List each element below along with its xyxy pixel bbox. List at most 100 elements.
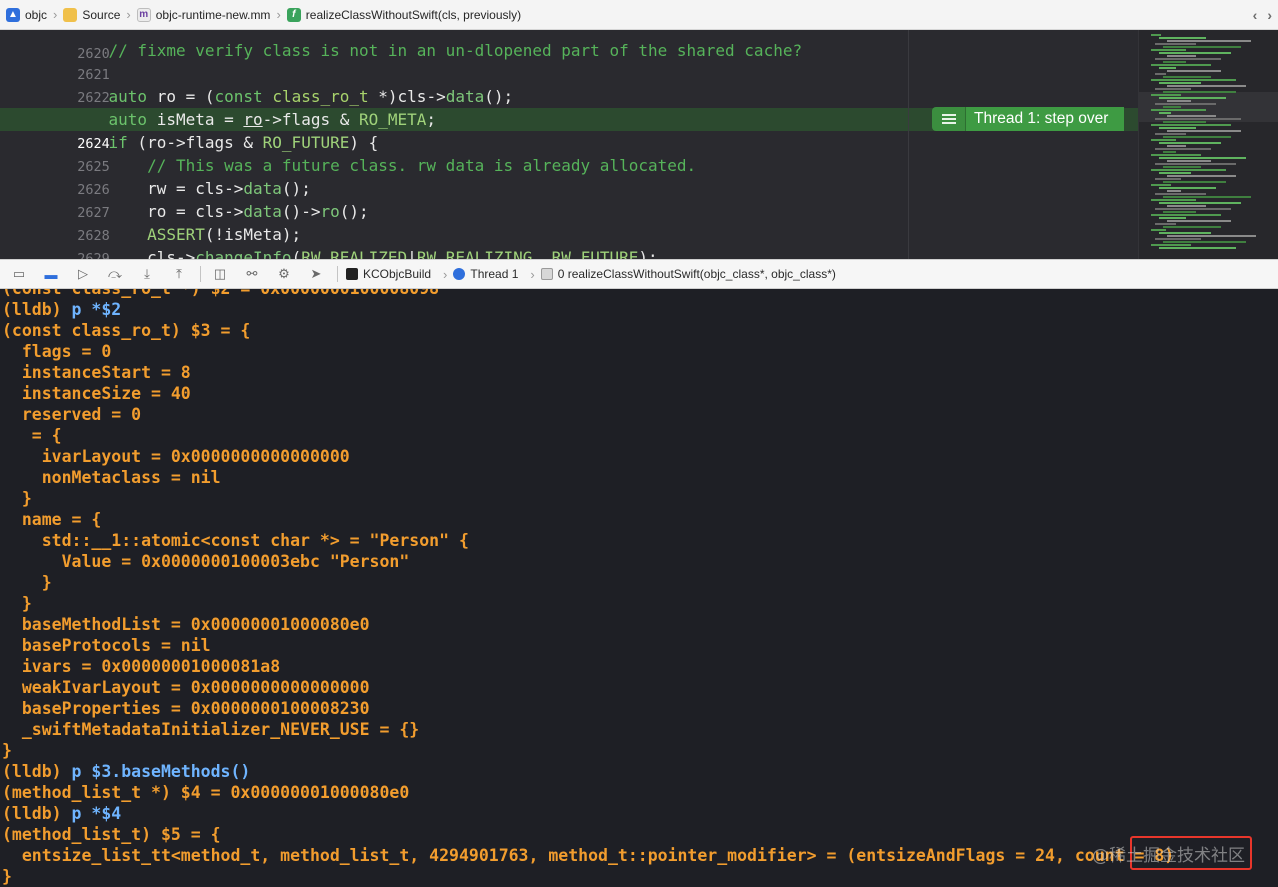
minimap-line <box>1155 88 1191 90</box>
minimap-line <box>1151 34 1161 36</box>
minimap-line <box>1159 232 1211 234</box>
jump-bar: ▲ objc › Source › m objc-runtime-new.mm … <box>0 0 1278 30</box>
console-output-line: std::__1::atomic<const char *> = "Person… <box>2 531 469 550</box>
minimap-line <box>1151 184 1171 186</box>
console-command-line: (lldb) p $3.baseMethods() <box>2 761 250 782</box>
minimap-line <box>1167 55 1196 57</box>
minimap-line <box>1155 148 1211 150</box>
minimap-line <box>1159 112 1171 114</box>
minimap-line <box>1151 229 1166 231</box>
app-icon <box>346 268 358 280</box>
minimap-line <box>1167 235 1256 237</box>
code-line: 2627 rw = cls->data(); <box>0 177 908 221</box>
code-line: 2622 <box>0 62 908 106</box>
console-output-line: baseProtocols = nil <box>2 636 211 655</box>
step-into-icon[interactable]: ⤓ <box>136 264 158 284</box>
breadcrumb-chevron-icon: › <box>443 266 448 282</box>
breakpoints-toggle-icon[interactable]: ▬ <box>40 264 62 284</box>
minimap-line <box>1159 82 1201 84</box>
minimap-line <box>1159 97 1226 99</box>
console-output-line: weakIvarLayout = 0x0000000000000000 <box>2 678 370 697</box>
step-over-icon[interactable]: ⤼ <box>104 264 126 284</box>
minimap-line <box>1163 196 1251 198</box>
simulate-location-icon[interactable]: ➤ <box>305 264 327 284</box>
minimap-line <box>1151 49 1186 51</box>
console-output-line: } <box>2 594 32 613</box>
forward-arrow-icon[interactable]: › <box>1267 7 1272 23</box>
debug-frame-label: 0 realizeClassWithoutSwift(objc_class*, … <box>557 267 836 281</box>
minimap-line <box>1159 202 1241 204</box>
console-output-line: (const class_ro_t) $3 = { <box>2 321 251 340</box>
minimap-line <box>1159 157 1246 159</box>
thread-icon <box>453 268 466 280</box>
breadcrumb-file[interactable]: m objc-runtime-new.mm <box>136 7 271 22</box>
console-output-line: baseProperties = 0x0000000100008230 <box>2 699 370 718</box>
minimap-line <box>1167 130 1241 132</box>
view-hierarchy-icon[interactable]: ◫ <box>209 264 231 284</box>
minimap-line <box>1151 169 1226 171</box>
minimap-line <box>1151 139 1176 141</box>
console-output-line: } <box>2 489 32 508</box>
hide-debug-area-icon[interactable]: ▭ <box>8 264 30 284</box>
code-text: rw = cls->data(); <box>70 179 311 198</box>
minimap-line <box>1155 223 1176 225</box>
breadcrumb-folder[interactable]: Source <box>63 7 120 22</box>
watermark: @稀土掘金技术社区 <box>1092 846 1245 866</box>
breadcrumb-chevron-icon: › <box>53 7 58 22</box>
lldb-prompt: (lldb) <box>2 804 72 823</box>
code-text: if (ro->flags & RO_FUTURE) { <box>108 133 379 152</box>
code-text: ro = cls->data()->ro(); <box>70 202 369 221</box>
continue-icon[interactable]: ▷ <box>72 264 94 284</box>
environment-overrides-icon[interactable]: ⚙ <box>273 264 295 284</box>
lldb-console[interactable]: (const class_ro_t *) $2 = 0x000000010000… <box>0 289 1278 887</box>
debug-frame[interactable]: 0 realizeClassWithoutSwift(objc_class*, … <box>540 267 836 281</box>
code-pane[interactable]: 2620 2621 // fixme verify class is not i… <box>0 30 908 259</box>
minimap-line <box>1151 79 1236 81</box>
minimap-line <box>1155 193 1206 195</box>
code-line: 2630 cls->changeInfo(RW_REALIZED|RW_REAL… <box>0 246 908 259</box>
console-output-line: (method_list_t *) $4 = 0x00000001000080e… <box>2 783 410 802</box>
minimap[interactable] <box>1138 30 1278 259</box>
console-output-line: ivarLayout = 0x0000000000000000 <box>2 447 350 466</box>
breadcrumb-chevron-icon: › <box>530 266 535 282</box>
breadcrumb-project[interactable]: ▲ objc <box>6 7 47 22</box>
console-output-line: instanceSize = 40 <box>2 384 191 403</box>
minimap-line <box>1159 142 1221 144</box>
back-arrow-icon[interactable]: ‹ <box>1253 7 1258 23</box>
minimap-line <box>1163 136 1231 138</box>
project-icon: ▲ <box>6 7 20 22</box>
menu-lines-icon <box>932 107 966 131</box>
minimap-line <box>1163 181 1226 183</box>
minimap-line <box>1155 163 1236 165</box>
console-output-line: } <box>2 741 12 760</box>
console-output-line: nonMetaclass = nil <box>2 468 221 487</box>
minimap-line <box>1155 118 1241 120</box>
console-command-line: (lldb) p *$2 <box>2 299 121 320</box>
breadcrumb-function[interactable]: f realizeClassWithoutSwift(cls, previous… <box>286 7 522 22</box>
console-output-line: _swiftMetadataInitializer_NEVER_USE = {} <box>2 720 420 739</box>
breadcrumb-file-label: objc-runtime-new.mm <box>155 7 271 22</box>
page-guide <box>908 30 909 259</box>
minimap-line <box>1163 211 1196 213</box>
code-line: 2626 // This was a future class. rw data… <box>0 154 908 198</box>
minimap-line <box>1159 247 1236 249</box>
debug-target[interactable]: KCObjcBuild <box>346 267 431 281</box>
memory-graph-icon[interactable]: ⚯ <box>241 264 263 284</box>
minimap-line <box>1155 208 1231 210</box>
lldb-command: p $3.baseMethods() <box>71 762 251 781</box>
thread-badge-label: Thread 1: step over <box>966 107 1125 131</box>
console-output-line: name = { <box>2 510 102 529</box>
minimap-line <box>1163 91 1236 93</box>
code-line: 2629 ASSERT(!isMeta); <box>0 223 908 259</box>
breadcrumb-function-label: realizeClassWithoutSwift(cls, previously… <box>305 7 522 22</box>
code-editor[interactable]: 2620 2621 // fixme verify class is not i… <box>0 30 1278 259</box>
console-output-line: entsize_list_tt<method_t, method_list_t,… <box>2 846 1175 865</box>
thread-step-badge[interactable]: Thread 1: step over <box>932 107 1125 131</box>
lldb-prompt: (lldb) <box>2 300 72 319</box>
minimap-line <box>1159 37 1206 39</box>
console-command-line: (lldb) p *$4 <box>2 803 121 824</box>
debug-thread[interactable]: Thread 1 <box>453 267 518 281</box>
step-out-icon[interactable]: ⤒ <box>168 264 190 284</box>
debug-target-label: KCObjcBuild <box>363 267 432 281</box>
minimap-line <box>1155 58 1221 60</box>
